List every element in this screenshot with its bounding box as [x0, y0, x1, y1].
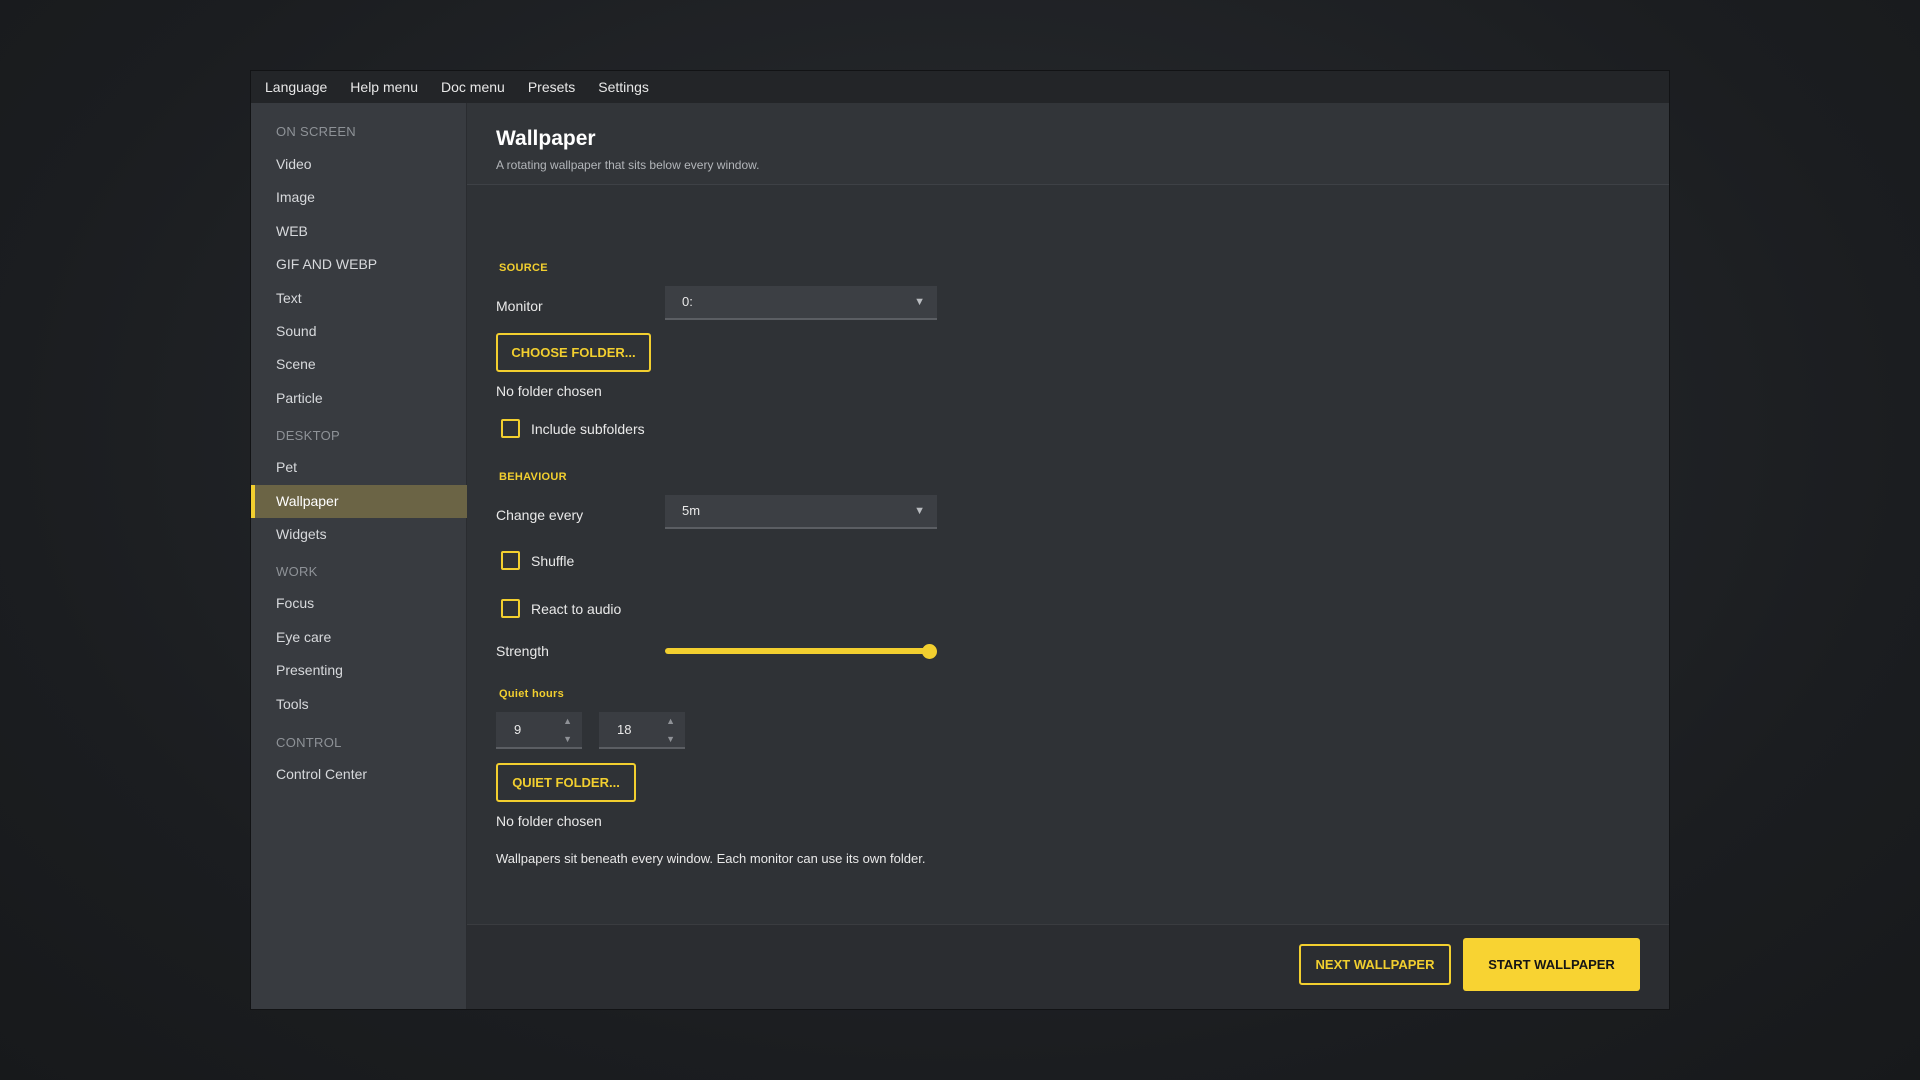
page-subtitle: A rotating wallpaper that sits below eve…: [496, 158, 760, 172]
spin-up-icon[interactable]: ▲: [666, 716, 675, 726]
next-wallpaper-button[interactable]: NEXT WALLPAPER: [1299, 944, 1451, 985]
react-audio-checkbox[interactable]: [501, 599, 520, 618]
page-title: Wallpaper: [496, 127, 596, 150]
quiet-start-value: 9: [514, 722, 522, 737]
quiet-end-stepper[interactable]: 18 ▲ ▼: [599, 712, 685, 749]
page-header: Wallpaper A rotating wallpaper that sits…: [467, 103, 1669, 185]
sidebar-item-sound[interactable]: Sound: [251, 315, 467, 348]
spin-down-icon[interactable]: ▼: [563, 734, 572, 744]
sidebar-item-focus[interactable]: Focus: [251, 587, 467, 620]
sidebar-item-scene[interactable]: Scene: [251, 348, 467, 381]
include-subfolders-label: Include subfolders: [531, 421, 645, 437]
sidebar-item-pet[interactable]: Pet: [251, 451, 467, 484]
chevron-down-icon: ▼: [914, 505, 925, 517]
menu-doc[interactable]: Doc menu: [441, 79, 505, 95]
sidebar-item-control-center[interactable]: Control Center: [251, 758, 467, 791]
menu-settings[interactable]: Settings: [598, 79, 649, 95]
spin-up-icon[interactable]: ▲: [563, 716, 572, 726]
sidebar-item-presenting[interactable]: Presenting: [251, 654, 467, 687]
section-control: CONTROL: [276, 735, 342, 750]
menu-presets[interactable]: Presets: [528, 79, 575, 95]
app-window: Language Help menu Doc menu Presets Sett…: [250, 70, 1670, 1010]
section-desktop: DESKTOP: [276, 428, 340, 443]
quiet-hours-heading: Quiet hours: [499, 688, 565, 700]
change-every-value: 5m: [682, 503, 701, 518]
chevron-down-icon: ▼: [914, 296, 925, 308]
shuffle-label: Shuffle: [531, 553, 575, 569]
sidebar-item-wallpaper[interactable]: Wallpaper: [251, 485, 467, 518]
sidebar-item-text[interactable]: Text: [251, 282, 467, 315]
choose-folder-button[interactable]: CHOOSE FOLDER...: [496, 333, 651, 372]
change-every-label: Change every: [496, 507, 584, 523]
strength-slider-thumb[interactable]: [922, 644, 937, 659]
monitor-select[interactable]: 0: ▼: [665, 286, 937, 320]
menu-help[interactable]: Help menu: [350, 79, 418, 95]
main-panel: Wallpaper A rotating wallpaper that sits…: [467, 103, 1669, 1009]
quiet-folder-status: No folder chosen: [496, 813, 602, 829]
strength-label: Strength: [496, 643, 549, 659]
info-text: Wallpapers sit beneath every window. Eac…: [496, 851, 926, 866]
strength-slider-track[interactable]: [665, 648, 927, 654]
sidebar-item-eye-care[interactable]: Eye care: [251, 621, 467, 654]
quiet-folder-button[interactable]: QUIET FOLDER...: [496, 763, 636, 802]
menu-language[interactable]: Language: [265, 79, 327, 95]
monitor-select-value: 0:: [682, 294, 693, 309]
sidebar-item-web[interactable]: WEB: [251, 215, 467, 248]
sidebar-item-video[interactable]: Video: [251, 148, 467, 181]
folder-status: No folder chosen: [496, 383, 602, 399]
react-audio-label: React to audio: [531, 601, 622, 617]
menubar: Language Help menu Doc menu Presets Sett…: [251, 71, 1669, 103]
sidebar-item-widgets[interactable]: Widgets: [251, 518, 467, 551]
section-work: WORK: [276, 564, 318, 579]
start-wallpaper-button[interactable]: START WALLPAPER: [1463, 938, 1640, 991]
sidebar-item-gif[interactable]: GIF AND WEBP: [251, 248, 467, 281]
monitor-label: Monitor: [496, 298, 543, 314]
footer-bar: NEXT WALLPAPER START WALLPAPER: [467, 924, 1669, 1009]
sidebar: ON SCREEN Video Image WEB GIF AND WEBP T…: [251, 103, 467, 1009]
sidebar-item-image[interactable]: Image: [251, 181, 467, 214]
spin-down-icon[interactable]: ▼: [666, 734, 675, 744]
section-on-screen: ON SCREEN: [276, 124, 356, 139]
shuffle-checkbox[interactable]: [501, 551, 520, 570]
source-heading: SOURCE: [499, 262, 548, 274]
quiet-start-stepper[interactable]: 9 ▲ ▼: [496, 712, 582, 749]
quiet-end-value: 18: [617, 722, 632, 737]
include-subfolders-checkbox[interactable]: [501, 419, 520, 438]
change-every-select[interactable]: 5m ▼: [665, 495, 937, 529]
sidebar-item-particle[interactable]: Particle: [251, 382, 467, 415]
sidebar-item-tools[interactable]: Tools: [251, 688, 467, 721]
behaviour-heading: BEHAVIOUR: [499, 471, 567, 483]
